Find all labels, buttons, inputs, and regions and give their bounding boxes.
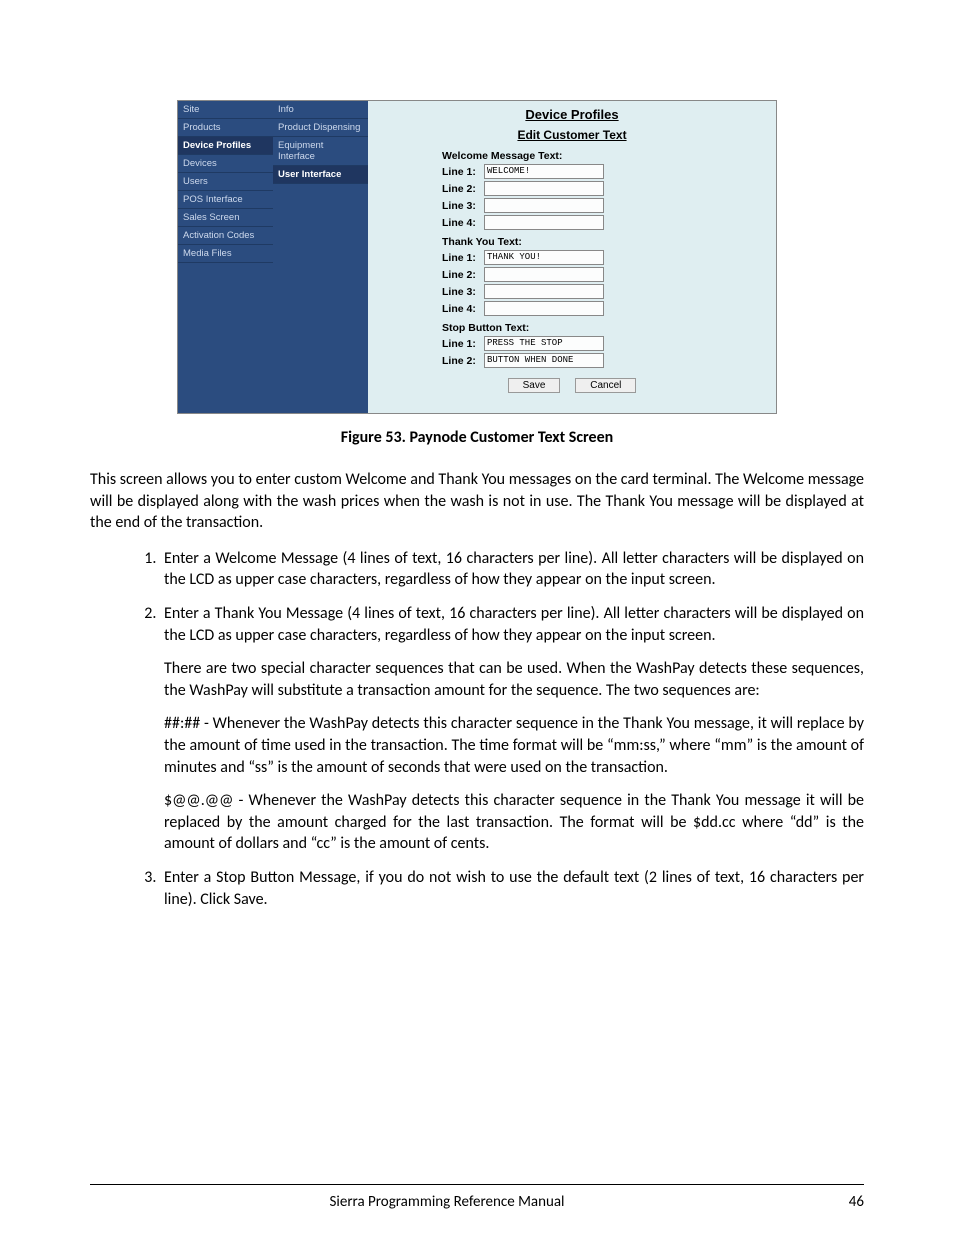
welcome-section-label: Welcome Message Text: (442, 150, 702, 162)
thank-line4-label: Line 4: (442, 303, 484, 315)
welcome-line1-label: Line 1: (442, 166, 484, 178)
stop-line1-label: Line 1: (442, 338, 484, 350)
step-2-para-3: $@@.@@ - Whenever the WashPay detects th… (164, 790, 864, 855)
step-1-text: Enter a Welcome Message (4 lines of text… (164, 549, 864, 590)
nav-pos-interface[interactable]: POS Interface (178, 191, 273, 209)
nav-media-files[interactable]: Media Files (178, 245, 273, 263)
thank-line1-input[interactable]: THANK YOU! (484, 250, 604, 265)
step-3: Enter a Stop Button Message, if you do n… (160, 867, 864, 910)
instruction-list: Enter a Welcome Message (4 lines of text… (90, 548, 864, 910)
nav-sales-screen[interactable]: Sales Screen (178, 209, 273, 227)
nav-site[interactable]: Site (178, 101, 273, 119)
document-page: Site Products Device Profiles Devices Us… (0, 0, 954, 1235)
welcome-line1-input[interactable]: WELCOME! (484, 164, 604, 179)
welcome-line3-input[interactable] (484, 198, 604, 213)
content-area: Device Profiles Edit Customer Text Welco… (368, 101, 776, 413)
screenshot-panel: Site Products Device Profiles Devices Us… (177, 100, 777, 414)
intro-paragraph: This screen allows you to enter custom W… (90, 469, 864, 534)
subnav-user-interface[interactable]: User Interface (273, 166, 368, 184)
step-2-para-1: There are two special character sequence… (164, 658, 864, 701)
nav-activation-codes[interactable]: Activation Codes (178, 227, 273, 245)
nav-device-profiles[interactable]: Device Profiles (178, 137, 273, 155)
save-button[interactable]: Save (508, 378, 561, 393)
stop-section-label: Stop Button Text: (442, 322, 702, 334)
welcome-line2-label: Line 2: (442, 183, 484, 195)
footer-title: Sierra Programming Reference Manual (90, 1193, 804, 1211)
stop-line2-label: Line 2: (442, 355, 484, 367)
secondary-nav: Info Product Dispensing Equipment Interf… (273, 101, 368, 413)
footer-page-number: 46 (804, 1193, 864, 1211)
primary-nav: Site Products Device Profiles Devices Us… (178, 101, 273, 413)
step-2: Enter a Thank You Message (4 lines of te… (160, 603, 864, 855)
step-2-text: Enter a Thank You Message (4 lines of te… (164, 604, 864, 645)
nav-products[interactable]: Products (178, 119, 273, 137)
welcome-line3-label: Line 3: (442, 200, 484, 212)
welcome-line4-input[interactable] (484, 215, 604, 230)
thank-line2-input[interactable] (484, 267, 604, 282)
subnav-equipment-interface[interactable]: Equipment Interface (273, 137, 368, 166)
stop-line1-input[interactable]: PRESS THE STOP (484, 336, 604, 351)
nav-devices[interactable]: Devices (178, 155, 273, 173)
page-footer: Sierra Programming Reference Manual 46 (90, 1193, 864, 1211)
thank-line2-label: Line 2: (442, 269, 484, 281)
thank-section-label: Thank You Text: (442, 236, 702, 248)
step-2-para-2: ##:## - Whenever the WashPay detects thi… (164, 713, 864, 778)
page-subtitle: Edit Customer Text (378, 128, 766, 142)
thank-line3-label: Line 3: (442, 286, 484, 298)
stop-line2-input[interactable]: BUTTON WHEN DONE (484, 353, 604, 368)
welcome-line2-input[interactable] (484, 181, 604, 196)
thank-line3-input[interactable] (484, 284, 604, 299)
footer-rule (90, 1184, 864, 1185)
cancel-button[interactable]: Cancel (575, 378, 636, 393)
nav-users[interactable]: Users (178, 173, 273, 191)
subnav-product-dispensing[interactable]: Product Dispensing (273, 119, 368, 137)
welcome-line4-label: Line 4: (442, 217, 484, 229)
page-title: Device Profiles (378, 107, 766, 122)
step-3-text: Enter a Stop Button Message, if you do n… (164, 868, 864, 909)
step-1: Enter a Welcome Message (4 lines of text… (160, 548, 864, 591)
thank-line1-label: Line 1: (442, 252, 484, 264)
form-block: Welcome Message Text: Line 1:WELCOME! Li… (442, 150, 702, 393)
thank-line4-input[interactable] (484, 301, 604, 316)
figure-caption: Figure 53. Paynode Customer Text Screen (90, 428, 864, 447)
subnav-info[interactable]: Info (273, 101, 368, 119)
